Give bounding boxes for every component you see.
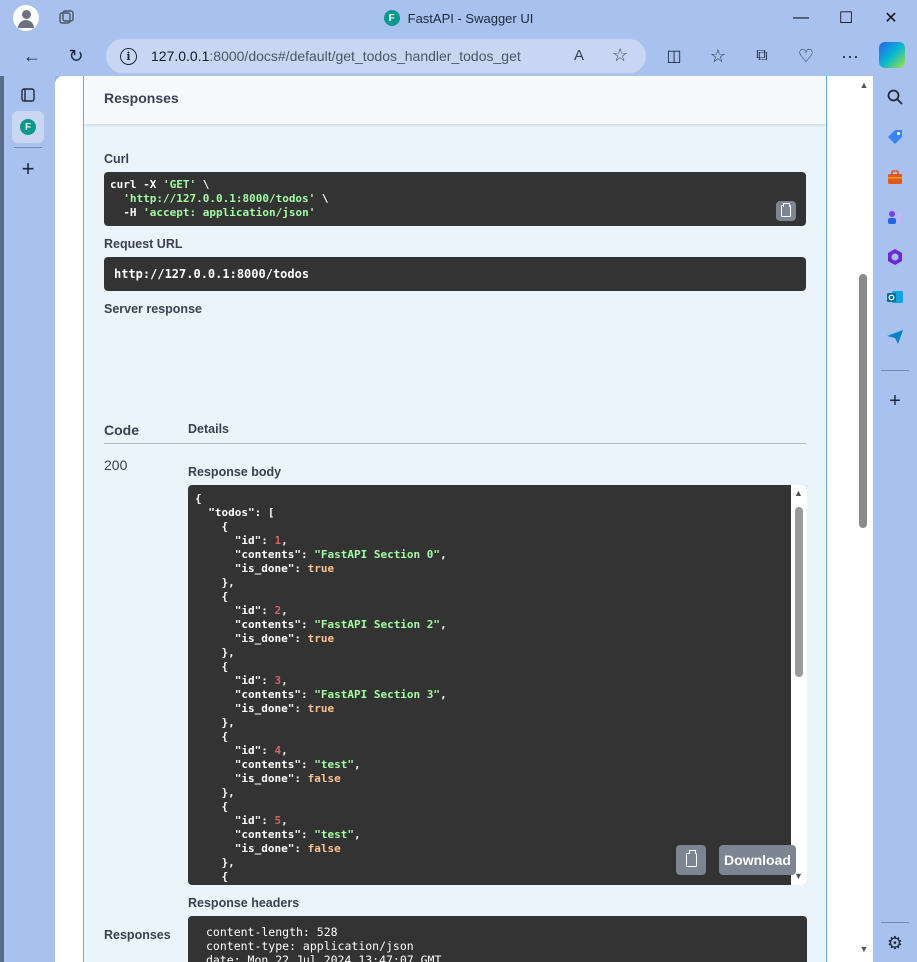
code-column-header: Code	[104, 422, 139, 438]
json-line: "id": 3,	[195, 674, 288, 687]
edge-sidebar: + ⚙	[873, 76, 917, 962]
json-line: },	[195, 646, 235, 659]
request-url-block[interactable]: http://127.0.0.1:8000/todos	[104, 257, 806, 291]
read-aloud-icon[interactable]: A	[574, 47, 584, 64]
json-line: {	[195, 590, 229, 603]
json-line: "contents": "FastAPI Section 2",	[195, 618, 447, 631]
json-line: "contents": "FastAPI Section 0",	[195, 548, 447, 561]
json-line: "is_done": true	[195, 562, 335, 575]
workspaces-icon[interactable]	[57, 9, 75, 27]
json-line: "is_done": true	[195, 702, 335, 715]
status-code: 200	[104, 457, 128, 473]
minimize-button[interactable]: —	[778, 0, 824, 36]
response-header-line: date: Mon,22 Jul 2024 13:47:07 GMT	[206, 953, 442, 962]
copilot-icon[interactable]	[879, 42, 905, 68]
json-line: "is_done": false	[195, 772, 341, 785]
json-line: {	[195, 492, 202, 505]
profile-avatar-icon[interactable]	[13, 5, 39, 31]
new-tab-button[interactable]: +	[12, 153, 44, 185]
fastapi-logo-icon: F	[383, 10, 400, 26]
json-line: "id": 2,	[195, 604, 288, 617]
json-line: },	[195, 576, 235, 589]
drop-send-icon[interactable]	[882, 324, 908, 350]
games-icon[interactable]	[882, 204, 908, 230]
response-headers-text: content-length: 528 content-type: applica…	[206, 925, 441, 962]
response-header-line: content-type: application/json	[206, 939, 414, 953]
response-body-json: { "todos": [ { "id": 1, "contents": "Fas…	[195, 492, 447, 884]
json-line: "contents": "test",	[195, 758, 361, 771]
sidebar-settings-icon[interactable]: ⚙	[882, 930, 908, 956]
request-url-text: http://127.0.0.1:8000/todos	[114, 267, 310, 281]
refresh-button[interactable]: ↻	[61, 41, 91, 71]
responses-header: Responses	[84, 76, 826, 125]
json-line: "is_done": true	[195, 632, 335, 645]
close-button[interactable]: ✕	[868, 0, 914, 36]
responses-footer-title: Responses	[104, 928, 171, 942]
server-response-label: Server response	[104, 302, 202, 316]
copy-response-icon[interactable]	[676, 845, 706, 875]
outlook-icon[interactable]	[882, 284, 908, 310]
curl-line: -H 'accept: application/json'	[110, 206, 316, 219]
json-line: {	[195, 520, 229, 533]
split-screen-icon[interactable]: ◫	[659, 41, 689, 71]
site-info-icon[interactable]: i	[120, 47, 137, 65]
curl-line: curl -X 'GET' \	[110, 178, 210, 191]
back-button[interactable]: ←	[17, 41, 47, 71]
details-column-header: Details	[188, 422, 229, 436]
json-line: "todos": [	[195, 506, 275, 519]
copilot-sidebar-icon[interactable]	[882, 244, 908, 270]
responses-title: Responses	[104, 90, 179, 106]
curl-line: 'http://127.0.0.1:8000/todos' \	[123, 192, 329, 205]
json-line: {	[195, 800, 229, 813]
address-bar[interactable]: i 127.0.0.1:8000/docs#/default/get_todos…	[106, 39, 646, 73]
response-header-line: content-length: 528	[206, 925, 338, 939]
response-headers-block[interactable]: content-length: 528 content-type: applica…	[188, 916, 807, 962]
response-body-scrollbar[interactable]: ▲ ▼	[791, 485, 807, 885]
navigation-bar: ← ↻ i 127.0.0.1:8000/docs#/default/get_t…	[0, 36, 917, 76]
response-body-block[interactable]: { "todos": [ { "id": 1, "contents": "Fas…	[188, 485, 807, 885]
curl-code-block[interactable]: curl -X 'GET' \ 'http://127.0.0.1:8000/t…	[104, 172, 806, 226]
url-text[interactable]: 127.0.0.1:8000/docs#/default/get_todos_h…	[151, 48, 521, 64]
json-line: "contents": "FastAPI Section 3",	[195, 688, 447, 701]
json-line: "contents": "test",	[195, 828, 361, 841]
json-line: "id": 4,	[195, 744, 288, 757]
response-headers-label: Response headers	[188, 896, 300, 910]
download-button[interactable]: Download	[719, 845, 796, 875]
tab-fastapi-swagger[interactable]: F	[12, 111, 44, 143]
json-line: },	[195, 786, 235, 799]
page-scrollbar[interactable]: ▲ ▼	[857, 76, 873, 962]
favorites-icon[interactable]: ☆	[703, 41, 733, 71]
maximize-button[interactable]: ☐	[823, 0, 869, 36]
window-title-text: FastAPI - Swagger UI	[407, 10, 534, 26]
json-line: "is_done": false	[195, 842, 341, 855]
collections-icon[interactable]: ⧉	[747, 41, 777, 71]
json-line: {	[195, 730, 229, 743]
response-table-header: Code Details	[104, 410, 806, 444]
json-line: {	[195, 870, 229, 883]
operation-block: Responses Curl curl -X 'GET' \ 'http://1…	[83, 76, 827, 962]
favorite-star-icon[interactable]: ☆	[612, 45, 628, 66]
shopping-tag-icon[interactable]	[882, 124, 908, 150]
json-line: },	[195, 856, 235, 869]
browser-essentials-icon[interactable]: ♡	[791, 41, 821, 71]
page-content: Responses Curl curl -X 'GET' \ 'http://1…	[55, 76, 857, 962]
tools-icon[interactable]	[882, 164, 908, 190]
json-line: {	[195, 660, 229, 673]
copy-curl-icon[interactable]	[776, 201, 796, 221]
vertical-tabs-panel: F +	[0, 76, 55, 962]
title-bar: F FastAPI - Swagger UI — ☐ ✕	[0, 0, 917, 36]
tab-actions-icon[interactable]	[12, 79, 44, 111]
response-body-label: Response body	[188, 465, 282, 479]
request-url-label: Request URL	[104, 237, 183, 251]
json-line: "id": 1,	[195, 534, 288, 547]
more-menu-icon[interactable]: ···	[835, 41, 865, 71]
search-icon[interactable]	[882, 84, 908, 110]
add-sidebar-app-icon[interactable]: +	[882, 388, 908, 414]
json-line: "id": 5,	[195, 814, 288, 827]
fastapi-tab-icon: F	[20, 119, 36, 135]
curl-label: Curl	[104, 152, 129, 166]
json-line: },	[195, 716, 235, 729]
